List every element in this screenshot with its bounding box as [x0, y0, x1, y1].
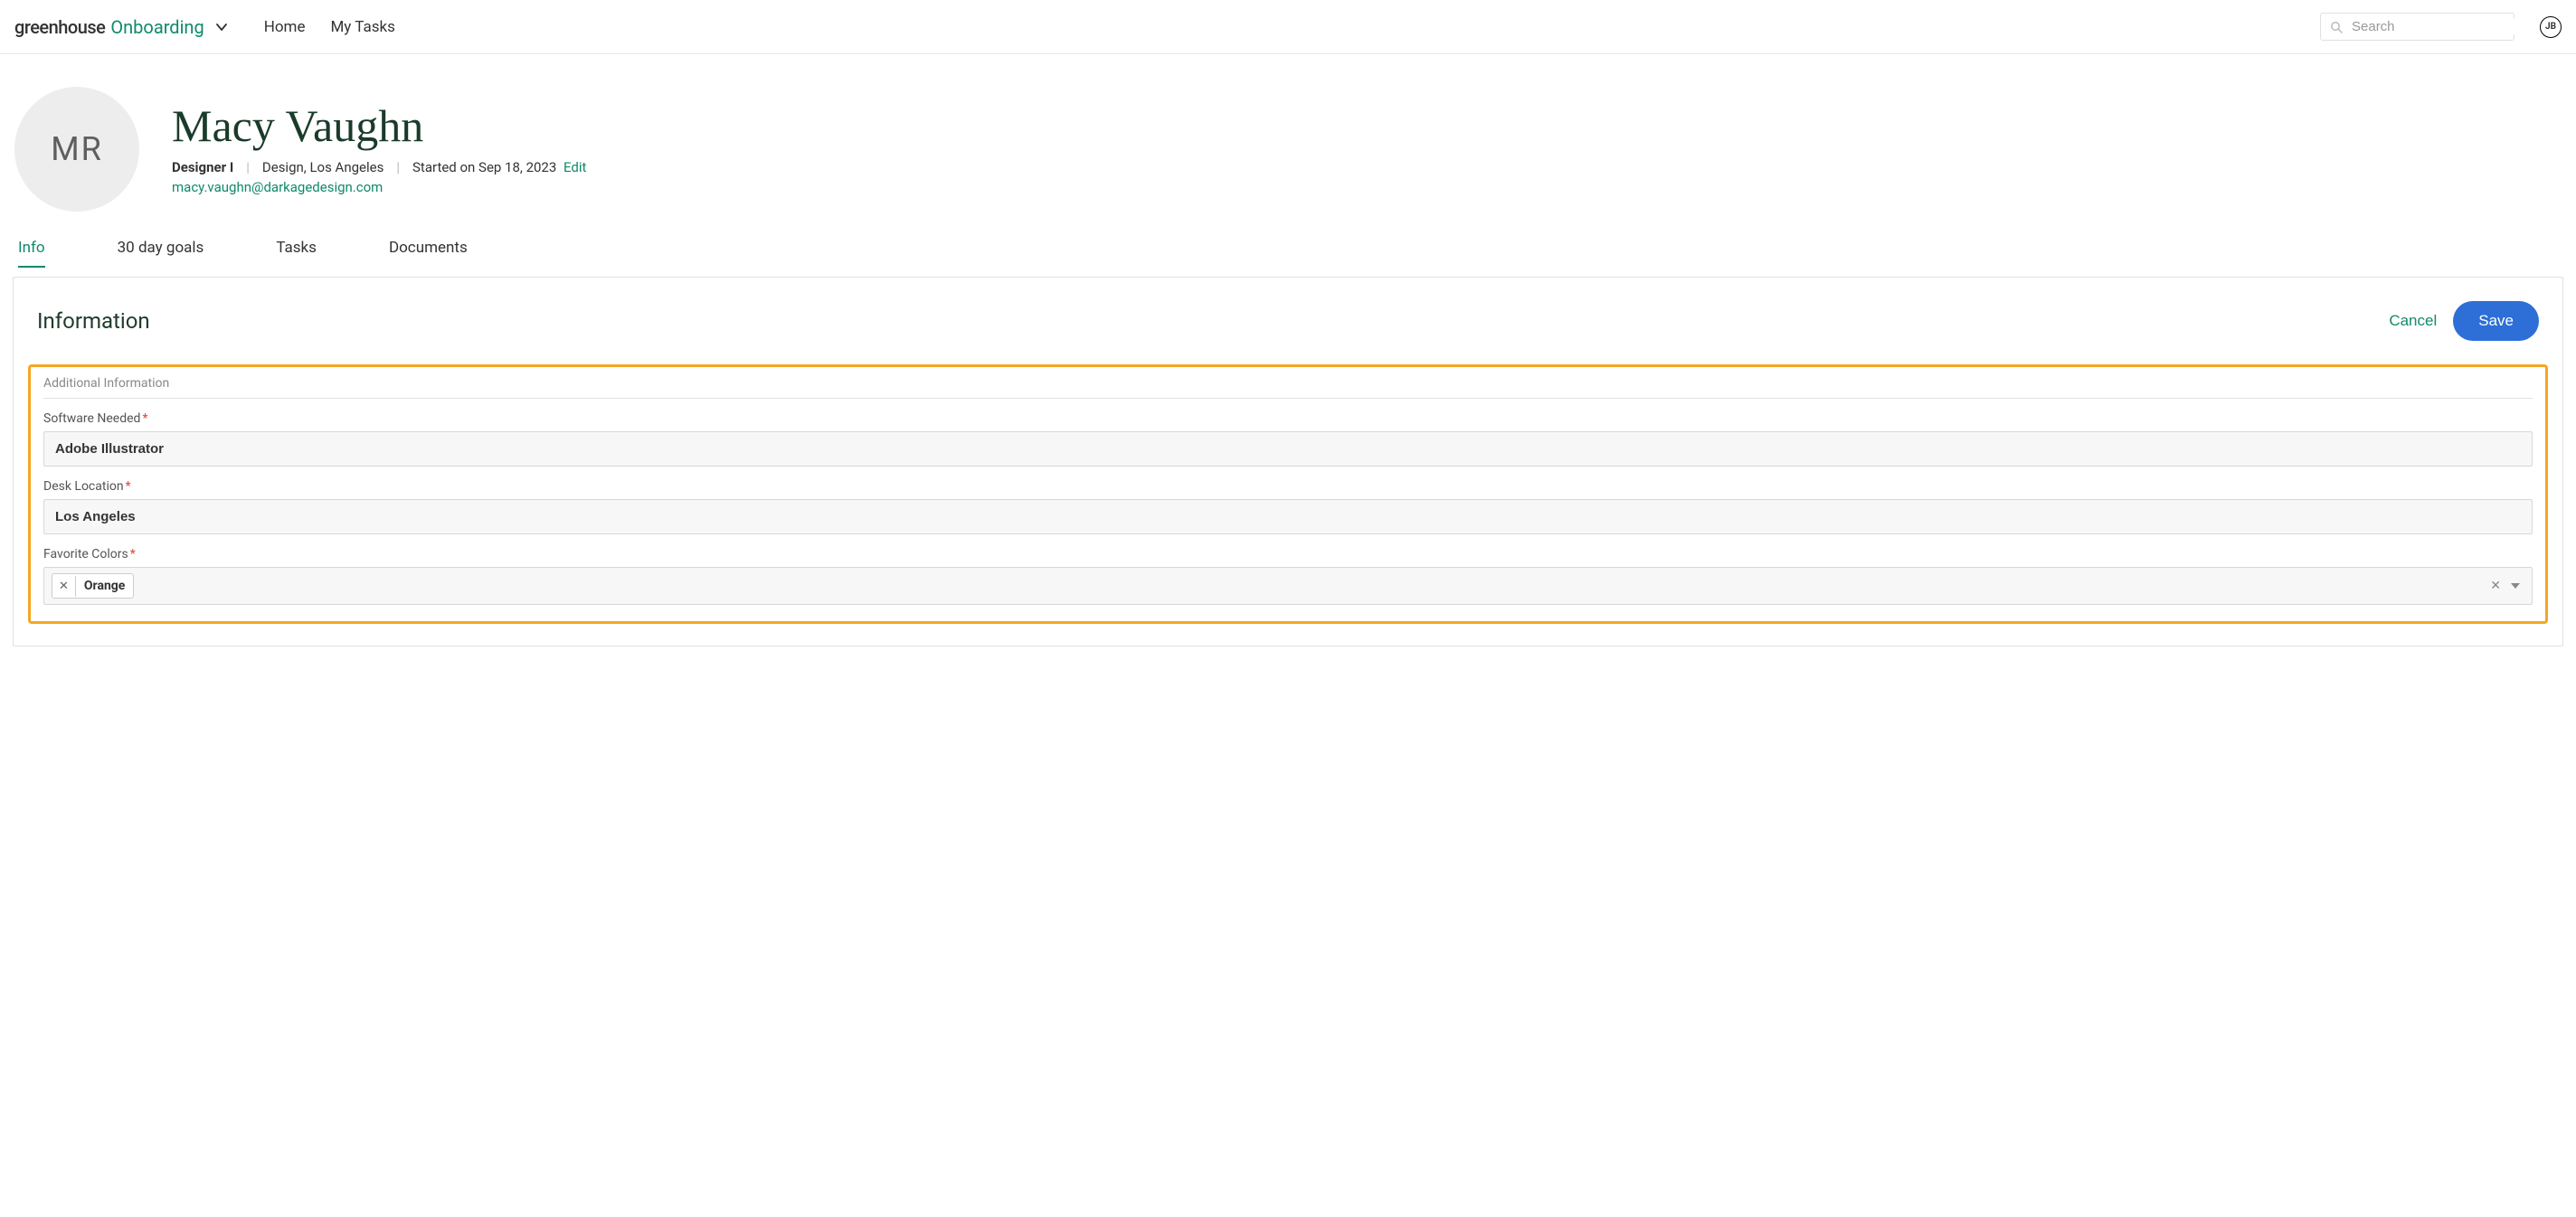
input-software-needed[interactable]: [43, 431, 2533, 467]
separator: |: [394, 159, 402, 175]
chevron-down-icon[interactable]: [2510, 580, 2521, 591]
clear-icon[interactable]: ✕: [2490, 579, 2501, 593]
tab-info[interactable]: Info: [18, 239, 45, 268]
additional-info-section: Additional Information Software Needed* …: [28, 364, 2548, 624]
topbar: greenhouse Onboarding Home My Tasks JB: [0, 0, 2576, 54]
tag-input-controls: ✕: [2490, 579, 2524, 593]
input-desk-location[interactable]: [43, 499, 2533, 534]
profile-avatar: MR: [14, 87, 139, 212]
tab-30-day-goals[interactable]: 30 day goals: [118, 239, 204, 268]
separator: |: [244, 159, 251, 175]
profile-started: Started on Sep 18, 2023: [412, 159, 556, 175]
section-title: Additional Information: [43, 376, 2533, 399]
information-panel: Information Cancel Save Additional Infor…: [13, 277, 2563, 646]
search-input[interactable]: [2352, 19, 2532, 34]
panel-title: Information: [37, 308, 150, 334]
nav-home[interactable]: Home: [264, 18, 306, 36]
input-favorite-colors[interactable]: ✕ Orange ✕: [43, 567, 2533, 605]
required-indicator: *: [142, 411, 147, 426]
profile-title: Designer I: [172, 159, 233, 175]
profile-dept-loc: Design, Los Angeles: [262, 159, 384, 175]
tab-documents[interactable]: Documents: [389, 239, 468, 268]
save-button[interactable]: Save: [2453, 301, 2539, 341]
required-indicator: *: [126, 479, 131, 494]
edit-link[interactable]: Edit: [564, 159, 586, 175]
label-software-needed: Software Needed: [43, 411, 140, 426]
profile-header: MR Macy Vaughn Designer I | Design, Los …: [0, 54, 2576, 221]
user-avatar[interactable]: JB: [2540, 16, 2562, 38]
tag-label: Orange: [76, 574, 133, 598]
tabs: Info 30 day goals Tasks Documents: [0, 221, 2576, 268]
field-desk-location: Desk Location*: [43, 479, 2533, 534]
chevron-down-icon[interactable]: [215, 21, 228, 33]
tag-orange: ✕ Orange: [52, 573, 134, 599]
label-favorite-colors: Favorite Colors: [43, 547, 128, 561]
label-desk-location: Desk Location: [43, 479, 124, 494]
profile-meta: Macy Vaughn Designer I | Design, Los Ang…: [172, 87, 586, 195]
field-software-needed: Software Needed*: [43, 411, 2533, 467]
panel-header: Information Cancel Save: [28, 296, 2548, 341]
tag-remove-icon[interactable]: ✕: [52, 576, 76, 597]
profile-name: Macy Vaughn: [172, 99, 586, 152]
field-favorite-colors: Favorite Colors* ✕ Orange ✕: [43, 547, 2533, 605]
brand-onboarding: Onboarding: [110, 16, 204, 38]
profile-email[interactable]: macy.vaughn@darkagedesign.com: [172, 179, 383, 195]
cancel-button[interactable]: Cancel: [2389, 312, 2437, 330]
profile-meta-line: Designer I | Design, Los Angeles | Start…: [172, 159, 586, 175]
nav-links: Home My Tasks: [264, 18, 395, 36]
tab-tasks[interactable]: Tasks: [276, 239, 317, 268]
search-icon: [2330, 21, 2343, 33]
required-indicator: *: [130, 547, 136, 561]
brand-greenhouse: greenhouse: [14, 16, 105, 38]
nav-my-tasks[interactable]: My Tasks: [330, 18, 394, 36]
search-box[interactable]: [2320, 13, 2514, 41]
profile-avatar-initials: MR: [51, 130, 103, 168]
user-initials: JB: [2545, 22, 2556, 32]
brand[interactable]: greenhouse Onboarding: [14, 16, 228, 38]
